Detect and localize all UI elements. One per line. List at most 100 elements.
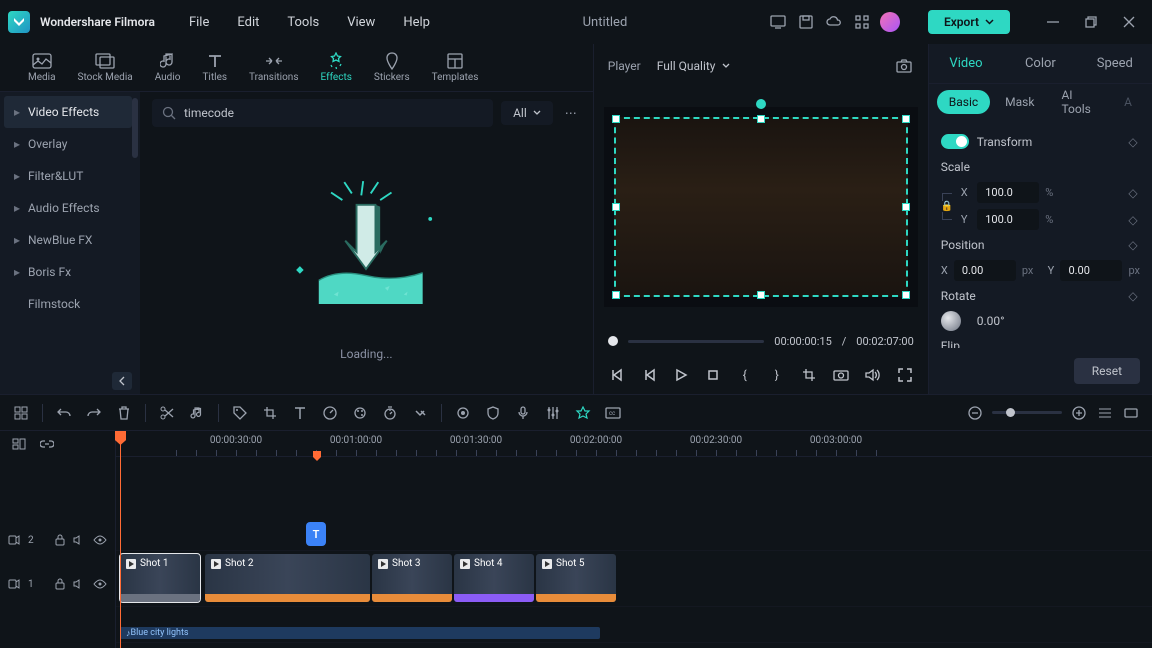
more-tools-icon[interactable] bbox=[411, 404, 429, 422]
visibility-icon[interactable] bbox=[93, 535, 107, 545]
menu-tools[interactable]: Tools bbox=[275, 11, 331, 34]
quality-selector[interactable]: Full Quality bbox=[657, 59, 730, 73]
crop-tool-icon[interactable] bbox=[261, 404, 279, 422]
subtab-a[interactable]: A bbox=[1112, 90, 1144, 114]
resize-handle-tc[interactable] bbox=[757, 115, 765, 123]
resize-handle-tr[interactable] bbox=[902, 115, 910, 123]
rotate-knob[interactable] bbox=[941, 311, 961, 331]
screen-icon[interactable] bbox=[768, 12, 788, 32]
sidebar-item-overlay[interactable]: ▸Overlay bbox=[4, 128, 132, 160]
view-mode-icon[interactable] bbox=[1096, 404, 1114, 422]
marker-tool-icon[interactable] bbox=[454, 404, 472, 422]
timeline-ruler[interactable]: 00:00:30:0000:01:00:0000:01:30:0000:02:0… bbox=[116, 431, 1152, 457]
search-box[interactable] bbox=[152, 99, 493, 127]
clip-5[interactable]: Shot 5 bbox=[536, 554, 616, 602]
timeline-marker[interactable] bbox=[313, 451, 321, 461]
track-options-icon[interactable] bbox=[10, 435, 28, 453]
clip-2[interactable]: Shot 2 bbox=[205, 554, 370, 602]
title-clip[interactable]: T bbox=[306, 522, 326, 546]
clip-1[interactable]: Shot 1 bbox=[120, 554, 200, 602]
lock-aspect-icon[interactable]: 🔒 bbox=[941, 201, 953, 212]
video-track-1-head[interactable]: 1 bbox=[0, 556, 115, 612]
more-options-icon[interactable]: ⋯ bbox=[561, 102, 581, 124]
lock-icon[interactable] bbox=[55, 534, 65, 546]
save-icon[interactable] bbox=[796, 12, 816, 32]
mark-in-icon[interactable]: { bbox=[736, 366, 754, 384]
sidebar-item-audio-effects[interactable]: ▸Audio Effects bbox=[4, 192, 132, 224]
close-button[interactable] bbox=[1114, 7, 1144, 37]
layout-icon[interactable] bbox=[12, 404, 30, 422]
delete-icon[interactable] bbox=[115, 404, 133, 422]
subtab-mask[interactable]: Mask bbox=[993, 90, 1046, 114]
zoom-slider[interactable] bbox=[992, 411, 1062, 414]
redo-icon[interactable] bbox=[85, 404, 103, 422]
props-tab-color[interactable]: Color bbox=[1003, 44, 1077, 83]
subtab-ai[interactable]: AI Tools bbox=[1049, 83, 1109, 121]
step-back-icon[interactable] bbox=[640, 366, 658, 384]
camera-icon[interactable] bbox=[832, 366, 850, 384]
menu-file[interactable]: File bbox=[177, 11, 221, 34]
resize-handle-mr[interactable] bbox=[902, 203, 910, 211]
sidebar-item-filmstock[interactable]: Filmstock bbox=[4, 288, 132, 320]
subtab-basic[interactable]: Basic bbox=[937, 90, 990, 114]
maximize-button[interactable] bbox=[1076, 7, 1106, 37]
pos-x-input[interactable] bbox=[954, 260, 1016, 281]
tab-stock[interactable]: Stock Media bbox=[70, 48, 141, 87]
preview-video[interactable] bbox=[604, 107, 918, 307]
audio-clip[interactable]: ♪ Blue city lights bbox=[120, 627, 600, 639]
player-label[interactable]: Player bbox=[608, 59, 641, 73]
resize-handle-bc[interactable] bbox=[757, 291, 765, 299]
link-track-icon[interactable] bbox=[38, 435, 56, 453]
scrub-handle[interactable] bbox=[608, 336, 618, 346]
pos-y-input[interactable] bbox=[1060, 260, 1122, 281]
menu-help[interactable]: Help bbox=[391, 11, 442, 34]
zoom-out-icon[interactable] bbox=[966, 404, 984, 422]
sidebar-item-filterlut[interactable]: ▸Filter&LUT bbox=[4, 160, 132, 192]
video-track[interactable]: Shot 1Shot 2Shot 3Shot 4Shot 5 bbox=[116, 551, 1152, 607]
props-tab-video[interactable]: Video bbox=[929, 44, 1003, 83]
transform-keyframe-icon[interactable]: ◇ bbox=[1126, 135, 1140, 149]
speed-tool-icon[interactable] bbox=[321, 404, 339, 422]
collapse-sidebar-icon[interactable] bbox=[112, 372, 132, 390]
export-button[interactable]: Export bbox=[928, 10, 1010, 34]
sidebar-item-video-effects[interactable]: ▸Video Effects bbox=[4, 96, 132, 128]
menu-view[interactable]: View bbox=[335, 11, 387, 34]
scale-x-input[interactable] bbox=[977, 182, 1039, 203]
zoom-in-icon[interactable] bbox=[1070, 404, 1088, 422]
mute-icon[interactable] bbox=[73, 578, 85, 590]
lock-icon[interactable] bbox=[55, 578, 65, 590]
cc-icon[interactable]: cc bbox=[604, 404, 622, 422]
cloud-icon[interactable] bbox=[824, 12, 844, 32]
audio-track[interactable]: ♪ Blue city lights bbox=[116, 607, 1152, 643]
tab-audio[interactable]: Audio bbox=[147, 48, 189, 87]
visibility-icon[interactable] bbox=[93, 579, 107, 589]
position-keyframe-icon[interactable]: ◇ bbox=[1126, 238, 1140, 252]
clip-3[interactable]: Shot 3 bbox=[372, 554, 452, 602]
scale-y-keyframe-icon[interactable]: ◇ bbox=[1126, 213, 1140, 227]
sidebar-scrollbar[interactable] bbox=[132, 98, 138, 158]
minimize-button[interactable] bbox=[1038, 7, 1068, 37]
mute-icon[interactable] bbox=[73, 534, 85, 546]
filter-all-button[interactable]: All bbox=[501, 101, 553, 125]
title-track[interactable]: T bbox=[116, 519, 1152, 551]
crop-icon[interactable] bbox=[800, 366, 818, 384]
fullscreen-icon[interactable] bbox=[896, 366, 914, 384]
sidebar-item-boris[interactable]: ▸Boris Fx bbox=[4, 256, 132, 288]
resize-handle-bl[interactable] bbox=[612, 291, 620, 299]
scale-x-keyframe-icon[interactable]: ◇ bbox=[1126, 186, 1140, 200]
volume-icon[interactable] bbox=[864, 366, 882, 384]
tab-media[interactable]: Media bbox=[20, 48, 64, 87]
menu-edit[interactable]: Edit bbox=[225, 11, 271, 34]
tag-icon[interactable] bbox=[231, 404, 249, 422]
resize-handle-br[interactable] bbox=[902, 291, 910, 299]
search-input[interactable] bbox=[184, 106, 483, 120]
playhead[interactable] bbox=[120, 431, 121, 648]
color-tool-icon[interactable] bbox=[351, 404, 369, 422]
shield-icon[interactable] bbox=[484, 404, 502, 422]
scale-y-input[interactable] bbox=[977, 209, 1039, 230]
text-tool-icon[interactable] bbox=[291, 404, 309, 422]
user-avatar[interactable] bbox=[880, 12, 900, 32]
undo-icon[interactable] bbox=[55, 404, 73, 422]
play-icon[interactable] bbox=[672, 366, 690, 384]
tab-templates[interactable]: Templates bbox=[424, 48, 487, 87]
